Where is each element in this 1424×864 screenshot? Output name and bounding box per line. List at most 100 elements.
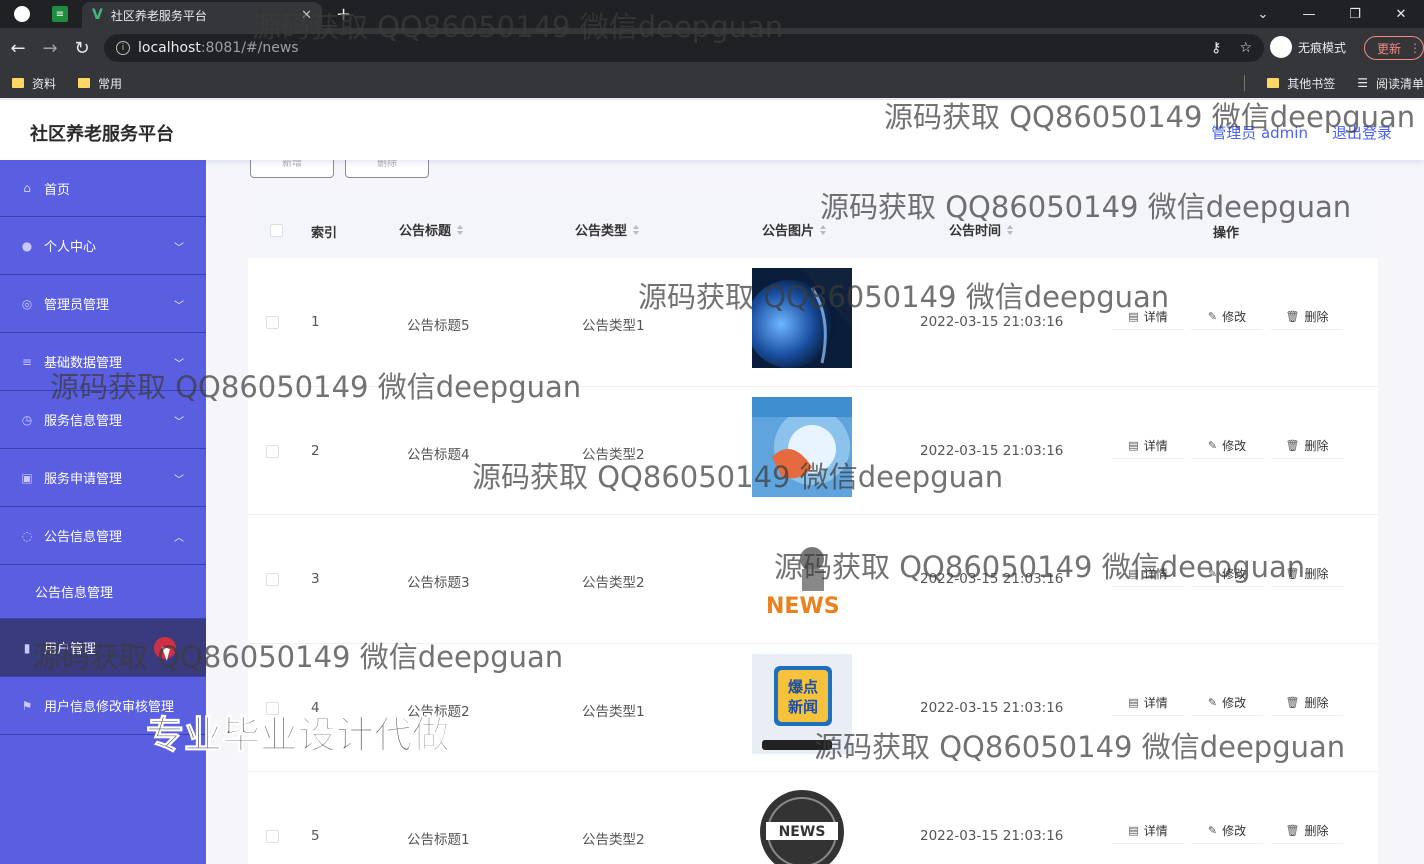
edit-button[interactable]: ✎ 修改 <box>1191 818 1263 844</box>
reading-list[interactable]: ☰ 阅读清单 <box>1357 75 1424 92</box>
delete-button[interactable]: 🗑 删除 <box>1271 818 1343 844</box>
edit-label: 修改 <box>1222 824 1247 838</box>
col-image[interactable]: 公告图片 <box>762 220 827 239</box>
key-icon[interactable]: ⚷ <box>1211 40 1221 56</box>
restore-icon[interactable]: ❐ <box>1332 7 1378 22</box>
sidebar-item-service[interactable]: ◷ 服务信息管理 ﹀ <box>0 391 206 449</box>
sidebar-item-label: 个人中心 <box>44 240 97 255</box>
delete-button[interactable]: 🗑 删除 <box>1271 433 1343 459</box>
submenu-notice-manage[interactable]: 公告信息管理 <box>0 565 206 619</box>
row-type: 公告类型1 <box>582 318 645 334</box>
xinwen-text: 新闻 <box>788 698 818 716</box>
new-tab-icon[interactable]: + <box>336 4 351 25</box>
news-image-globe-badge[interactable]: NEWS <box>752 788 852 864</box>
reading-list-icon: ☰ <box>1357 76 1368 90</box>
notice-icon: ◌ <box>21 528 33 543</box>
row-time: 2022-03-15 21:03:16 <box>920 314 1064 330</box>
edit-button[interactable]: ✎ 修改 <box>1191 690 1263 716</box>
select-all-checkbox[interactable] <box>270 224 283 237</box>
news-image-blue[interactable] <box>752 396 852 497</box>
update-button[interactable]: 更新 ⋮ <box>1364 36 1424 60</box>
sort-icon[interactable] <box>820 224 827 235</box>
chevron-down-icon: ﹀ <box>174 359 184 370</box>
sidebar-item-basedata[interactable]: ≡ 基础数据管理 ﹀ <box>0 333 206 391</box>
tab-search-icon[interactable]: ⌄ <box>1240 7 1286 22</box>
news-image-3d[interactable]: NEWS <box>752 525 852 625</box>
minimize-icon[interactable]: — <box>1286 7 1332 22</box>
browser-tab[interactable]: V 社区养老服务平台 ✕ <box>82 2 322 28</box>
detail-button[interactable]: ▤ 详情 <box>1112 433 1184 459</box>
row-time: 2022-03-15 21:03:16 <box>920 828 1064 844</box>
brand-title: 社区养老服务平台 <box>30 124 174 145</box>
sort-icon[interactable] <box>633 224 640 235</box>
site-info-icon[interactable]: i <box>116 41 130 55</box>
window-controls: ⌄ — ❐ ✕ <box>1240 0 1424 28</box>
tab-close-icon[interactable]: ✕ <box>301 8 312 23</box>
folder-icon <box>78 78 91 88</box>
news-badge-text: NEWS <box>779 824 826 840</box>
detail-button[interactable]: ▤ 详情 <box>1112 304 1184 330</box>
bookmark-folder[interactable]: 资料 <box>12 75 56 92</box>
col-time[interactable]: 公告时间 <box>949 220 1014 239</box>
admin-link[interactable]: 管理员 admin <box>1211 122 1308 143</box>
row-checkbox[interactable] <box>266 316 279 329</box>
news-3d-text: NEWS <box>766 594 840 619</box>
delete-button[interactable]: 🗑 删除 <box>1271 690 1343 716</box>
sidebar-item-admins[interactable]: ◎ 管理员管理 ﹀ <box>0 275 206 333</box>
bookmark-star-icon[interactable]: ☆ <box>1239 40 1252 56</box>
col-ops: 操作 <box>1213 226 1240 241</box>
edit-icon: ✎ <box>1207 310 1218 323</box>
news-image-globe[interactable] <box>752 268 852 368</box>
trash-icon: 🗑 <box>1285 438 1300 452</box>
news-image-baodian[interactable]: 爆点 新闻 <box>752 653 852 754</box>
sidebar-item-apply[interactable]: ▣ 服务申请管理 ﹀ <box>0 449 206 507</box>
trash-icon: 🗑 <box>1285 567 1300 580</box>
chevron-down-icon: ﹀ <box>174 417 184 428</box>
edit-button[interactable]: ✎ 修改 <box>1191 561 1263 587</box>
trash-icon: 🗑 <box>1285 695 1300 709</box>
delete-button[interactable]: 🗑 删除 <box>1271 304 1343 330</box>
table-row: 3 公告标题3 公告类型2 NEWS 2022-03-15 21:03:16 ▤… <box>248 515 1378 644</box>
sidebar-item-label: 用户管理 <box>44 642 97 657</box>
row-index: 2 <box>311 442 320 459</box>
back-icon[interactable]: ← <box>2 38 34 59</box>
delete-button[interactable]: 🗑 删除 <box>1271 561 1343 587</box>
sidebar-item-users[interactable]: ▮ 用户管理 <box>0 619 206 677</box>
sidebar-item-notice[interactable]: ◌ 公告信息管理 ︿ <box>0 507 206 565</box>
sidebar-item-label: 服务信息管理 <box>44 414 123 429</box>
sort-icon[interactable] <box>1007 224 1014 235</box>
row-checkbox[interactable] <box>266 444 279 458</box>
detail-label: 详情 <box>1143 567 1168 581</box>
sort-icon[interactable] <box>457 224 464 235</box>
detail-button[interactable]: ▤ 详情 <box>1112 818 1184 844</box>
apply-icon: ▣ <box>21 470 33 485</box>
row-checkbox[interactable] <box>266 830 279 843</box>
delete-label: 删除 <box>1304 824 1329 838</box>
col-title[interactable]: 公告标题 <box>399 220 464 239</box>
sidebar-item-home[interactable]: ⌂ 首页 <box>0 160 206 217</box>
service-icon: ◷ <box>21 412 33 427</box>
edit-button[interactable]: ✎ 修改 <box>1191 433 1263 459</box>
detail-button[interactable]: ▤ 详情 <box>1112 690 1184 716</box>
col-image-label: 公告图片 <box>762 224 815 239</box>
document-icon: ▤ <box>1128 695 1139 709</box>
table-row: 1 公告标题5 公告类型1 2022-03-15 21:03:16 ▤ 详情 ✎ 修… <box>248 258 1378 387</box>
detail-button[interactable]: ▤ 详情 <box>1112 561 1184 587</box>
extension-icon[interactable]: ≡ <box>52 6 68 22</box>
logout-link[interactable]: 退出登录 <box>1332 122 1392 143</box>
col-type[interactable]: 公告类型 <box>575 220 640 239</box>
menu-dots-icon[interactable]: ⋮ <box>1409 41 1421 55</box>
url-input[interactable]: i localhost:8081/#/news ⚷ ☆ <box>104 34 1264 62</box>
incognito-indicator[interactable]: 无痕模式 <box>1270 36 1346 58</box>
other-bookmarks[interactable]: 其他书签 <box>1267 75 1335 92</box>
forward-icon[interactable]: → <box>34 38 66 59</box>
edit-icon: ✎ <box>1207 695 1218 709</box>
document-icon: ▤ <box>1128 310 1139 323</box>
tab-title: 社区养老服务平台 <box>110 8 207 23</box>
bookmark-folder[interactable]: 常用 <box>78 75 122 92</box>
sidebar-item-profile[interactable]: ● 个人中心 ﹀ <box>0 217 206 275</box>
reload-icon[interactable]: ↻ <box>66 38 98 59</box>
edit-button[interactable]: ✎ 修改 <box>1191 304 1263 330</box>
row-checkbox[interactable] <box>266 573 279 586</box>
window-close-icon[interactable]: ✕ <box>1378 7 1424 22</box>
